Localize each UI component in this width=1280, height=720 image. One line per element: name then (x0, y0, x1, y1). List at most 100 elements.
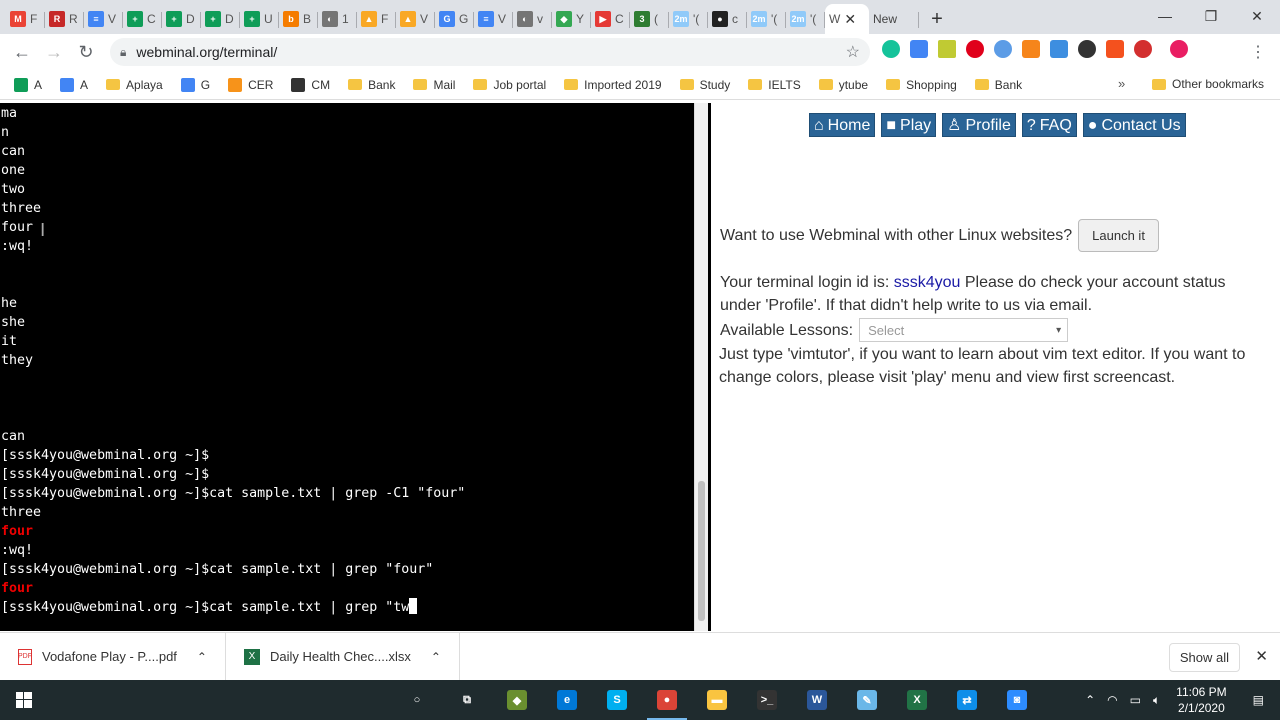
browser-tab-active[interactable]: W ✕ (825, 4, 869, 34)
extension-icon[interactable] (938, 40, 956, 58)
terminal-taskbar-button[interactable]: >_ (742, 680, 792, 720)
bookmark-item[interactable]: Job portal (473, 78, 546, 92)
bookmark-item[interactable]: A (60, 77, 88, 92)
opera-extension-icon[interactable] (966, 40, 984, 58)
forward-button[interactable]: → (38, 36, 70, 68)
bookmark-star-icon[interactable]: ☆ (846, 42, 860, 62)
extension-icon[interactable] (1134, 40, 1152, 58)
nav-home-button[interactable]: ⌂ Home (809, 113, 876, 137)
show-hidden-icons[interactable]: ⌃ (1079, 693, 1101, 707)
browser-tab[interactable]: ● c (708, 4, 747, 34)
browser-tab[interactable]: RR (45, 4, 84, 34)
battery-icon[interactable]: ▭ (1124, 693, 1147, 707)
browser-tab[interactable]: + D (201, 4, 240, 34)
nav-play-button[interactable]: ■ Play (881, 113, 937, 137)
reload-button[interactable]: ↻ (70, 36, 102, 68)
browser-tab[interactable]: ≡ V (84, 4, 123, 34)
bookmark-item[interactable]: ytube (818, 78, 868, 92)
volume-icon[interactable]: 🔈︎ (1147, 693, 1166, 708)
browser-tab[interactable]: + C (123, 4, 162, 34)
browser-tab[interactable]: ▲ V (396, 4, 435, 34)
terminal-input-line[interactable]: [sssk4you@webminal.org ~]$cat sample.txt… (0, 598, 694, 617)
task-view-taskbar-button[interactable]: ⧉ (442, 680, 492, 720)
bookmark-item[interactable]: IELTS (748, 78, 801, 92)
bookmark-item[interactable]: Aplaya (106, 78, 163, 92)
browser-tab[interactable]: 2m '( (669, 4, 708, 34)
bookmarks-overflow-button[interactable]: » (1118, 76, 1125, 91)
grammarly-extension-icon[interactable] (882, 40, 900, 58)
download-item[interactable]: X Daily Health Chec....xlsx ⌃ (226, 632, 460, 681)
browser-tab[interactable]: ▶ C (591, 4, 630, 34)
browser-tab[interactable]: ▲ F (357, 4, 396, 34)
file-explorer-taskbar-button[interactable]: ▬ (692, 680, 742, 720)
wifi-icon[interactable]: ◠ (1101, 693, 1123, 707)
launch-button[interactable]: Launch it (1078, 219, 1159, 252)
terminal-scrollbar[interactable] (694, 103, 708, 631)
browser-menu-icon[interactable]: ⋮ (1250, 42, 1266, 62)
store-taskbar-button[interactable]: ◆ (492, 680, 542, 720)
other-bookmarks[interactable]: Other bookmarks (1152, 77, 1264, 91)
address-bar[interactable]: 🔒︎ webminal.org/terminal/ ☆ (110, 38, 870, 66)
browser-tab[interactable]: 2m '( (747, 4, 786, 34)
new-tab-button[interactable]: + (919, 4, 955, 34)
nav-faq-button[interactable]: ? FAQ (1021, 113, 1077, 137)
bookmark-item[interactable]: Mail (413, 78, 455, 92)
nav-contact-us-button[interactable]: ● Contact Us (1082, 113, 1186, 137)
bookmark-item[interactable]: Bank (974, 78, 1022, 92)
bookmark-item[interactable]: G (180, 77, 210, 92)
download-item[interactable]: PDF Vodafone Play - P....pdf ⌃ (0, 632, 226, 681)
close-downloads-icon[interactable]: ✕ (1255, 647, 1268, 665)
chevron-up-icon[interactable]: ⌃ (197, 650, 207, 664)
browser-tab[interactable]: New (869, 4, 919, 34)
notifications-icon[interactable]: ▤ (1237, 693, 1280, 707)
scrollbar-thumb[interactable] (698, 481, 705, 621)
bookmark-item[interactable]: CM (291, 77, 330, 92)
browser-tab[interactable]: + D (162, 4, 201, 34)
chrome-taskbar-button[interactable]: ● (642, 680, 692, 720)
skype-taskbar-button[interactable]: S (592, 680, 642, 720)
windows-start-button[interactable] (0, 680, 48, 720)
clock[interactable]: 11:06 PM 2/1/2020 (1166, 684, 1236, 716)
close-window-button[interactable]: ✕ (1234, 0, 1280, 32)
word-taskbar-button[interactable]: W (792, 680, 842, 720)
tab-close-icon[interactable]: ✕ (844, 11, 856, 28)
browser-tab[interactable]: bB (279, 4, 318, 34)
bookmark-item[interactable]: A (14, 77, 42, 92)
cortana-taskbar-button[interactable]: ○ (392, 680, 442, 720)
teamviewer-taskbar-button[interactable]: ⇄ (942, 680, 992, 720)
extension-icon[interactable] (1170, 40, 1188, 58)
minimize-button[interactable]: — (1142, 0, 1188, 32)
browser-tab[interactable]: 2m '( (786, 4, 825, 34)
back-button[interactable]: ← (6, 36, 38, 68)
bookmark-item[interactable]: Shopping (886, 78, 957, 92)
browser-tab[interactable]: ≡ V (474, 4, 513, 34)
browser-tab[interactable]: ◆ Y (552, 4, 591, 34)
browser-tab[interactable]: MF (6, 4, 45, 34)
maximize-button[interactable]: ❐ (1188, 0, 1234, 32)
show-all-button[interactable]: Show all (1168, 643, 1240, 672)
browser-tab[interactable]: + U (240, 4, 279, 34)
browser-tab[interactable]: ◐ v (513, 4, 552, 34)
extension-icon[interactable] (910, 40, 928, 58)
browser-tab[interactable]: 3( (630, 4, 669, 34)
browser-tab[interactable]: ◐ 1 (318, 4, 357, 34)
nav-profile-button[interactable]: ♙ Profile (942, 113, 1016, 137)
notepad-taskbar-button[interactable]: ✎ (842, 680, 892, 720)
metamask-extension-icon[interactable] (1022, 40, 1040, 58)
extension-icon[interactable] (1078, 40, 1096, 58)
lessons-select[interactable]: Select (859, 318, 1069, 342)
bookmark-item[interactable]: Bank (348, 78, 395, 92)
chevron-up-icon[interactable]: ⌃ (431, 650, 441, 664)
extension-icon[interactable] (1106, 40, 1124, 58)
bookmark-item[interactable]: Imported 2019 (564, 78, 662, 92)
bookmark-item[interactable]: CER (228, 77, 273, 92)
edge-taskbar-button[interactable]: e (542, 680, 592, 720)
bookmark-item[interactable]: Study (679, 78, 730, 92)
login-id[interactable]: sssk4you (894, 274, 961, 291)
extension-icon[interactable] (994, 40, 1012, 58)
camera-extension-icon[interactable] (1050, 40, 1068, 58)
zoom-taskbar-button[interactable]: ◙ (992, 680, 1042, 720)
excel-taskbar-button[interactable]: X (892, 680, 942, 720)
terminal[interactable]: ma n can one two three four:wq! he she it they can [… (0, 103, 694, 631)
browser-tab[interactable]: GG (435, 4, 474, 34)
